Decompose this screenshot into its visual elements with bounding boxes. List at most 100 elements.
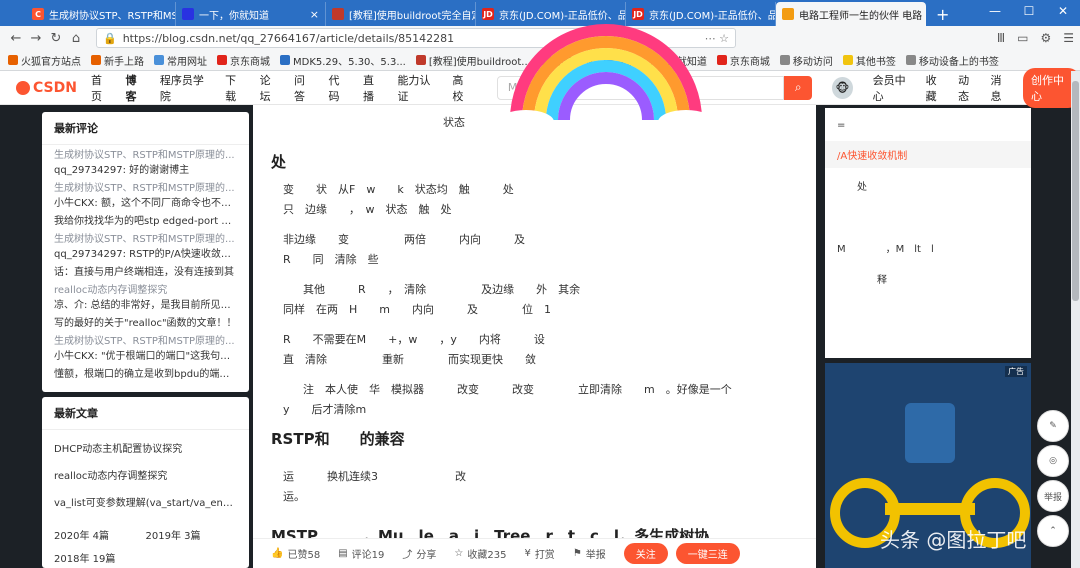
article-link[interactable]: DHCP动态主机配置协议探究 — [42, 434, 249, 461]
bookmark-item[interactable]: 常用网址 — [154, 53, 207, 68]
report-float-button[interactable]: 举报 — [1037, 480, 1069, 512]
close-icon[interactable]: × — [306, 8, 319, 21]
follow-button[interactable]: 关注 — [623, 543, 668, 564]
comment-article-title[interactable]: 生成树协议STP、RSTP和MSTP原理的... — [54, 181, 237, 196]
toc-item[interactable]: 释 — [825, 265, 1031, 292]
comment-item[interactable]: 写的最好的关于"realloc"函数的文章！！ — [42, 313, 249, 331]
toc-item[interactable]: = — [825, 114, 1031, 137]
nav-qa[interactable]: 问答 — [294, 72, 314, 104]
back-icon[interactable]: ← — [6, 31, 26, 46]
bookmark-label: 百度一下，你就知道 — [616, 56, 707, 68]
nav-download[interactable]: 下载 — [225, 72, 245, 104]
comment-body: 凉、介: 总结的非常好，是我目前所见过的 — [54, 300, 237, 311]
like-button[interactable]: 👍 已赞58 — [271, 546, 320, 561]
bookmark-label: 移动设备上的书签 — [918, 56, 999, 68]
article-link[interactable]: va_list可变参数理解(va_start/va_end...) — [42, 488, 249, 515]
nav-academy[interactable]: 程序员学院 — [160, 72, 211, 104]
nav-activity[interactable]: 动态 — [958, 72, 978, 104]
browser-tab-3[interactable]: JD京东(JD.COM)-正品低价、品× — [476, 2, 626, 26]
bookmark-item[interactable]: [教程]使用buildroot... — [415, 53, 531, 68]
toc-item[interactable]: 处 — [825, 172, 1031, 199]
toc-item[interactable]: /A快速收敛机制 — [825, 141, 1031, 168]
home-icon[interactable]: ⌂ — [66, 31, 86, 46]
bookmark-item[interactable]: 其他书签 — [842, 53, 896, 68]
reload-icon[interactable]: ↻ — [46, 31, 66, 46]
nav-message[interactable]: 消息 — [991, 72, 1011, 104]
bookmark-item[interactable]: 移动访问 — [779, 53, 833, 68]
scrollbar-thumb[interactable] — [1072, 81, 1079, 301]
bookmark-star-icon[interactable]: ⋯ ☆ — [705, 32, 729, 45]
nav-university[interactable]: 高校 — [452, 72, 472, 104]
comment-item[interactable]: realloc动态内存调整探究凉、介: 总结的非常好，是我目前所见过的 — [42, 280, 249, 313]
bookmark-item[interactable]: MDK5.29、5.30、5.3... — [280, 53, 406, 68]
nav-code[interactable]: 代码 — [329, 72, 349, 104]
comment-article-title[interactable]: 生成树协议STP、RSTP和MSTP原理的... — [54, 334, 237, 349]
bookmark-item[interactable]: 京东商城 — [716, 53, 770, 68]
support-float-button[interactable]: ◎ — [1037, 445, 1069, 477]
bookmark-label: 京东商城 — [230, 56, 270, 68]
comment-item[interactable]: 懂额，根端口的确立是收到bpdu的端口次 — [42, 364, 249, 382]
bookmark-item[interactable]: 移动设备上的书签 — [905, 53, 999, 68]
nav-forum[interactable]: 论坛 — [260, 72, 280, 104]
menu-icon[interactable]: ☰ — [1063, 31, 1074, 45]
comment-item[interactable]: 生成树协议STP、RSTP和MSTP原理的... qq_29734297: 好的谢… — [42, 145, 249, 178]
toc-item[interactable] — [825, 203, 1031, 230]
nav-blog[interactable]: 博客 — [125, 72, 145, 104]
archive-item[interactable]: 2019年 3篇 — [146, 527, 238, 542]
minimize-icon[interactable]: — — [978, 0, 1012, 22]
archive-item[interactable]: 2018年 19篇 — [54, 550, 146, 565]
triple-button[interactable]: 一键三连 — [675, 543, 740, 564]
bookmark-item[interactable]: 京东商城 — [217, 53, 270, 68]
comment-item[interactable]: 生成树协议STP、RSTP和MSTP原理的... 小牛CKX: 额，这个不同厂商命… — [42, 178, 249, 211]
bookmark-item[interactable]: 百度一下，你就知道 — [603, 53, 707, 68]
maximize-icon[interactable]: ☐ — [1012, 0, 1046, 22]
search-input[interactable]: MSTP — [496, 75, 785, 100]
forward-icon[interactable]: → — [26, 31, 46, 46]
new-tab-button[interactable]: + — [926, 2, 959, 26]
nav-member[interactable]: 会员中心 — [873, 72, 914, 104]
search-button[interactable]: ⌕ — [784, 75, 813, 100]
comment-article-title[interactable]: 生成树协议STP、RSTP和MSTP原理的... — [54, 232, 237, 247]
browser-tab-1[interactable]: 一下，你就知道 × — [176, 2, 326, 26]
comment-button[interactable]: ▤ 评论19 — [338, 546, 384, 561]
bookmark-label: 新手上路 — [104, 56, 144, 68]
article-heading: 处 — [271, 153, 287, 171]
csdn-logo[interactable]: CSDN — [16, 80, 77, 96]
reward-button[interactable]: ¥ 打赏 — [524, 546, 554, 561]
library-icon[interactable]: Ⅲ — [997, 31, 1005, 45]
bookmark-favicon — [842, 55, 853, 65]
article-link[interactable]: realloc动态内存调整探究 — [42, 461, 249, 488]
comment-item[interactable]: 我给你找找华为的吧stp edged-port enat — [42, 211, 249, 229]
sidebar-icon[interactable]: ▭ — [1017, 31, 1028, 45]
archive-item[interactable]: 2020年 4篇 — [54, 527, 146, 542]
nav-live[interactable]: 直播 — [363, 72, 383, 104]
browser-tab-5[interactable]: 电路工程师一生的伙伴 电路× — [776, 2, 926, 26]
comment-item[interactable]: 话：直接与用户终端相连，没有连接到其 — [42, 262, 249, 280]
bookmark-item[interactable]: 新手上路 — [91, 53, 144, 68]
comment-item[interactable]: 生成树协议STP、RSTP和MSTP原理的... qq_29734297: RST… — [42, 229, 249, 262]
nav-collect[interactable]: 收藏 — [926, 72, 946, 104]
bookmark-item[interactable]: 拓普泰克 — [540, 53, 594, 68]
comment-article-title[interactable]: realloc动态内存调整探究 — [54, 283, 237, 298]
collect-button[interactable]: ☆ 收藏235 — [454, 546, 506, 561]
like-count: 已赞58 — [287, 550, 321, 561]
avatar[interactable]: 🐵 — [832, 76, 853, 99]
comment-article-title[interactable]: 生成树协议STP、RSTP和MSTP原理的... — [54, 148, 237, 163]
browser-tab-4[interactable]: JD京东(JD.COM)-正品低价、品× — [626, 2, 776, 26]
extension-icon[interactable]: ⚙ — [1040, 31, 1051, 45]
edit-float-button[interactable]: ✎ — [1037, 410, 1069, 442]
report-button[interactable]: ⚑ 举报 — [573, 546, 606, 561]
browser-tab-2[interactable]: [教程]使用buildroot完全自定× — [326, 2, 476, 26]
nav-cert[interactable]: 能力认证 — [397, 72, 438, 104]
comment-item[interactable]: 生成树协议STP、RSTP和MSTP原理的... 小牛CKX: "优于根端口的端口… — [42, 331, 249, 364]
toc-item[interactable]: M ，M lt l — [825, 234, 1031, 261]
table-of-contents: = /A快速收敛机制 处 M ，M lt l 释 — [825, 108, 1031, 358]
url-bar[interactable]: 🔒 https://blog.csdn.net/qq_27664167/arti… — [96, 28, 736, 48]
share-button[interactable]: ⤴ 分享 — [402, 546, 436, 561]
browser-tab-0[interactable]: C生成树协议STP、RSTP和MS× — [26, 2, 176, 26]
back-to-top-button[interactable]: ⌃ — [1037, 515, 1069, 547]
page-scrollbar[interactable] — [1071, 71, 1080, 568]
bookmark-item[interactable]: 火狐官方站点 — [8, 53, 81, 68]
nav-home[interactable]: 首页 — [91, 72, 111, 104]
close-window-icon[interactable]: ✕ — [1046, 0, 1080, 22]
